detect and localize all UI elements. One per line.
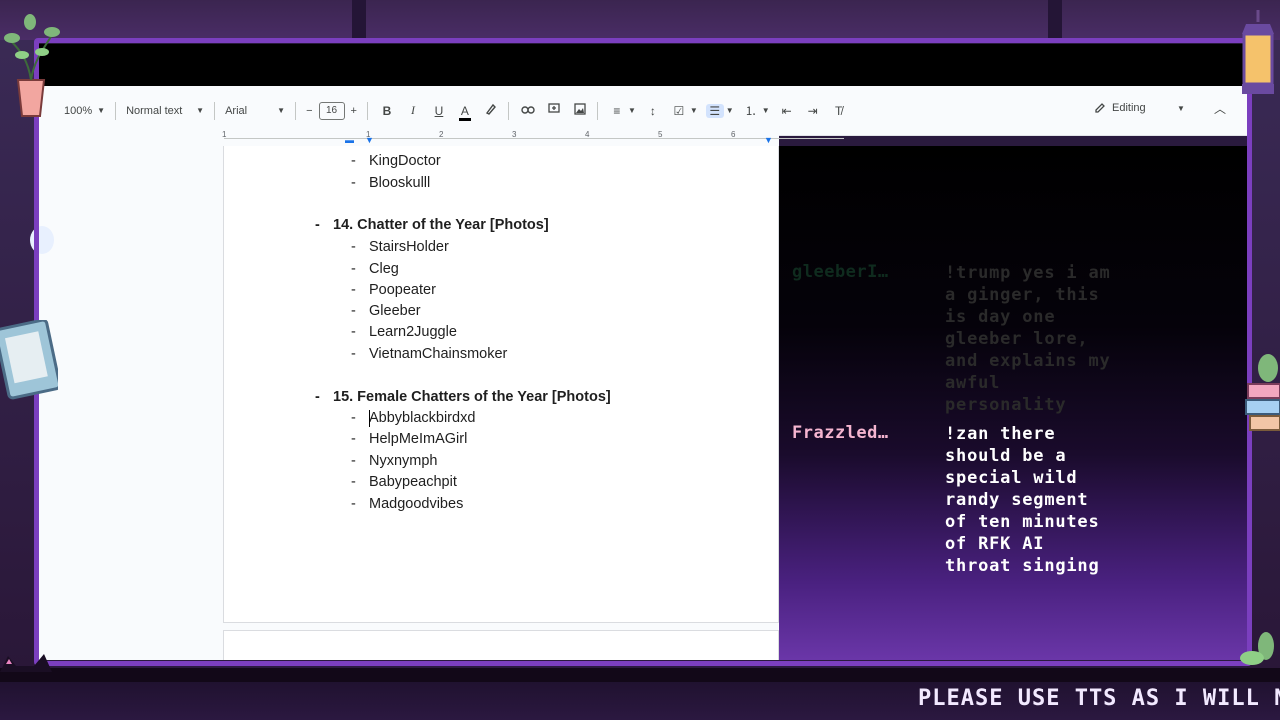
potted-plant-icon (4, 14, 60, 117)
overlay-beam (1048, 0, 1062, 40)
overlay-bottom-bar: PLEASE USE TTS AS I WILL N (0, 668, 1280, 720)
picture-frame-icon (0, 320, 58, 400)
scrolling-ticker: PLEASE USE TTS AS I WILL N (918, 686, 1280, 711)
overlay-top-border (0, 0, 1280, 40)
books-icon (1245, 354, 1280, 431)
leaf-icon (1240, 632, 1274, 665)
overlay-frame (34, 38, 1252, 666)
bottom-stripe (0, 668, 1280, 682)
cat-ears-icon (0, 654, 52, 672)
lantern-icon (1242, 10, 1274, 94)
overlay-beam (352, 0, 366, 40)
